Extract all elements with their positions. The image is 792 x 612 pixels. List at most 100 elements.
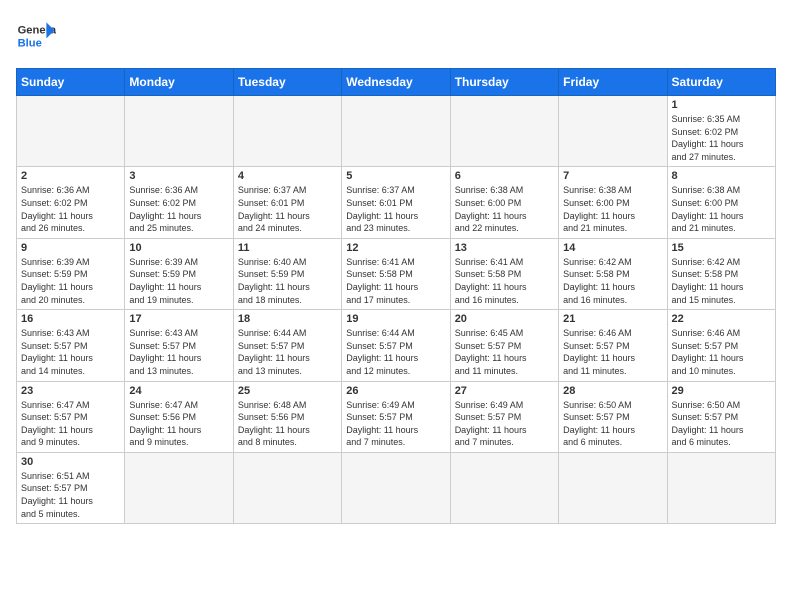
page-header: General Blue (16, 16, 776, 56)
calendar-cell (559, 452, 667, 523)
day-info: Sunrise: 6:44 AM Sunset: 5:57 PM Dayligh… (346, 327, 445, 377)
day-info: Sunrise: 6:36 AM Sunset: 6:02 PM Dayligh… (21, 184, 120, 234)
day-number: 27 (455, 385, 554, 397)
column-header-thursday: Thursday (450, 69, 558, 96)
calendar-cell: 21Sunrise: 6:46 AM Sunset: 5:57 PM Dayli… (559, 310, 667, 381)
calendar-cell: 30 Sunrise: 6:51 AM Sunset: 5:57 PM Dayli… (17, 452, 125, 523)
day-number: 28 (563, 385, 662, 397)
day-number: 17 (129, 313, 228, 325)
day-number: 7 (563, 170, 662, 182)
calendar-cell: 13 Sunrise: 6:41 AM Sunset: 5:58 PM Dayli… (450, 238, 558, 309)
day-info: Sunrise: 6:37 AM Sunset: 6:01 PM Dayligh… (346, 184, 445, 234)
calendar-cell: 16Sunrise: 6:43 AM Sunset: 5:57 PM Dayli… (17, 310, 125, 381)
day-number: 6 (455, 170, 554, 182)
day-number: 5 (346, 170, 445, 182)
calendar-cell: 2Sunrise: 6:36 AM Sunset: 6:02 PM Daylig… (17, 167, 125, 238)
day-number: 9 (21, 242, 120, 254)
calendar-cell: 20Sunrise: 6:45 AM Sunset: 5:57 PM Dayli… (450, 310, 558, 381)
day-info: Sunrise: 6:50 AM Sunset: 5:57 PM Dayligh… (563, 399, 662, 449)
calendar-cell: 11 Sunrise: 6:40 AM Sunset: 5:59 PM Dayli… (233, 238, 341, 309)
calendar-cell (450, 96, 558, 167)
calendar-cell: 18 Sunrise: 6:44 AM Sunset: 5:57 PM Dayli… (233, 310, 341, 381)
day-number: 13 (455, 242, 554, 254)
day-info: Sunrise: 6:49 AM Sunset: 5:57 PM Dayligh… (455, 399, 554, 449)
calendar-cell: 15Sunrise: 6:42 AM Sunset: 5:58 PM Dayli… (667, 238, 775, 309)
day-info: Sunrise: 6:37 AM Sunset: 6:01 PM Dayligh… (238, 184, 337, 234)
calendar-cell: 17 Sunrise: 6:43 AM Sunset: 5:57 PM Dayli… (125, 310, 233, 381)
calendar-cell: 3 Sunrise: 6:36 AM Sunset: 6:02 PM Daylig… (125, 167, 233, 238)
day-info: Sunrise: 6:42 AM Sunset: 5:58 PM Dayligh… (563, 256, 662, 306)
calendar-week-3: 9 Sunrise: 6:39 AM Sunset: 5:59 PM Daylig… (17, 238, 776, 309)
calendar-cell: 10Sunrise: 6:39 AM Sunset: 5:59 PM Dayli… (125, 238, 233, 309)
day-info: Sunrise: 6:46 AM Sunset: 5:57 PM Dayligh… (672, 327, 771, 377)
day-number: 24 (129, 385, 228, 397)
calendar-week-4: 16Sunrise: 6:43 AM Sunset: 5:57 PM Dayli… (17, 310, 776, 381)
calendar-cell: 12Sunrise: 6:41 AM Sunset: 5:58 PM Dayli… (342, 238, 450, 309)
calendar-cell (450, 452, 558, 523)
day-info: Sunrise: 6:38 AM Sunset: 6:00 PM Dayligh… (455, 184, 554, 234)
day-info: Sunrise: 6:40 AM Sunset: 5:59 PM Dayligh… (238, 256, 337, 306)
day-number: 18 (238, 313, 337, 325)
calendar-cell (559, 96, 667, 167)
day-number: 30 (21, 456, 120, 468)
day-number: 4 (238, 170, 337, 182)
calendar-cell: 24 Sunrise: 6:47 AM Sunset: 5:56 PM Dayli… (125, 381, 233, 452)
calendar-cell: 9 Sunrise: 6:39 AM Sunset: 5:59 PM Daylig… (17, 238, 125, 309)
calendar-header-row: SundayMondayTuesdayWednesdayThursdayFrid… (17, 69, 776, 96)
calendar-table: SundayMondayTuesdayWednesdayThursdayFrid… (16, 68, 776, 524)
day-info: Sunrise: 6:43 AM Sunset: 5:57 PM Dayligh… (21, 327, 120, 377)
calendar-cell (125, 452, 233, 523)
calendar-cell (667, 452, 775, 523)
calendar-cell (233, 96, 341, 167)
calendar-cell: 25Sunrise: 6:48 AM Sunset: 5:56 PM Dayli… (233, 381, 341, 452)
calendar-cell: 22 Sunrise: 6:46 AM Sunset: 5:57 PM Dayli… (667, 310, 775, 381)
day-info: Sunrise: 6:44 AM Sunset: 5:57 PM Dayligh… (238, 327, 337, 377)
day-info: Sunrise: 6:41 AM Sunset: 5:58 PM Dayligh… (455, 256, 554, 306)
calendar-cell (342, 96, 450, 167)
calendar-cell: 8Sunrise: 6:38 AM Sunset: 6:00 PM Daylig… (667, 167, 775, 238)
calendar-cell: 14 Sunrise: 6:42 AM Sunset: 5:58 PM Dayli… (559, 238, 667, 309)
day-info: Sunrise: 6:51 AM Sunset: 5:57 PM Dayligh… (21, 470, 120, 520)
day-number: 20 (455, 313, 554, 325)
day-info: Sunrise: 6:38 AM Sunset: 6:00 PM Dayligh… (672, 184, 771, 234)
day-number: 22 (672, 313, 771, 325)
column-header-sunday: Sunday (17, 69, 125, 96)
day-number: 14 (563, 242, 662, 254)
column-header-saturday: Saturday (667, 69, 775, 96)
calendar-week-5: 23 Sunrise: 6:47 AM Sunset: 5:57 PM Dayli… (17, 381, 776, 452)
calendar-cell (17, 96, 125, 167)
day-number: 23 (21, 385, 120, 397)
calendar-cell: 26 Sunrise: 6:49 AM Sunset: 5:57 PM Dayli… (342, 381, 450, 452)
day-info: Sunrise: 6:47 AM Sunset: 5:57 PM Dayligh… (21, 399, 120, 449)
day-info: Sunrise: 6:35 AM Sunset: 6:02 PM Dayligh… (672, 113, 771, 163)
day-info: Sunrise: 6:46 AM Sunset: 5:57 PM Dayligh… (563, 327, 662, 377)
day-info: Sunrise: 6:36 AM Sunset: 6:02 PM Dayligh… (129, 184, 228, 234)
calendar-cell: 1 Sunrise: 6:35 AM Sunset: 6:02 PM Daylig… (667, 96, 775, 167)
day-info: Sunrise: 6:42 AM Sunset: 5:58 PM Dayligh… (672, 256, 771, 306)
day-info: Sunrise: 6:39 AM Sunset: 5:59 PM Dayligh… (21, 256, 120, 306)
day-info: Sunrise: 6:38 AM Sunset: 6:00 PM Dayligh… (563, 184, 662, 234)
calendar-cell: 29Sunrise: 6:50 AM Sunset: 5:57 PM Dayli… (667, 381, 775, 452)
day-info: Sunrise: 6:50 AM Sunset: 5:57 PM Dayligh… (672, 399, 771, 449)
calendar-week-1: 1 Sunrise: 6:35 AM Sunset: 6:02 PM Daylig… (17, 96, 776, 167)
column-header-wednesday: Wednesday (342, 69, 450, 96)
day-info: Sunrise: 6:41 AM Sunset: 5:58 PM Dayligh… (346, 256, 445, 306)
calendar-cell: 27 Sunrise: 6:49 AM Sunset: 5:57 PM Dayli… (450, 381, 558, 452)
day-info: Sunrise: 6:39 AM Sunset: 5:59 PM Dayligh… (129, 256, 228, 306)
day-number: 1 (672, 99, 771, 111)
day-info: Sunrise: 6:47 AM Sunset: 5:56 PM Dayligh… (129, 399, 228, 449)
calendar-week-2: 2Sunrise: 6:36 AM Sunset: 6:02 PM Daylig… (17, 167, 776, 238)
svg-text:Blue: Blue (18, 37, 42, 49)
calendar-cell: 28 Sunrise: 6:50 AM Sunset: 5:57 PM Dayli… (559, 381, 667, 452)
logo-icon: General Blue (16, 16, 56, 56)
column-header-monday: Monday (125, 69, 233, 96)
day-number: 11 (238, 242, 337, 254)
day-info: Sunrise: 6:43 AM Sunset: 5:57 PM Dayligh… (129, 327, 228, 377)
calendar-cell: 7 Sunrise: 6:38 AM Sunset: 6:00 PM Daylig… (559, 167, 667, 238)
day-number: 3 (129, 170, 228, 182)
calendar-cell: 4 Sunrise: 6:37 AM Sunset: 6:01 PM Daylig… (233, 167, 341, 238)
day-number: 26 (346, 385, 445, 397)
column-header-tuesday: Tuesday (233, 69, 341, 96)
day-info: Sunrise: 6:49 AM Sunset: 5:57 PM Dayligh… (346, 399, 445, 449)
calendar-cell (233, 452, 341, 523)
